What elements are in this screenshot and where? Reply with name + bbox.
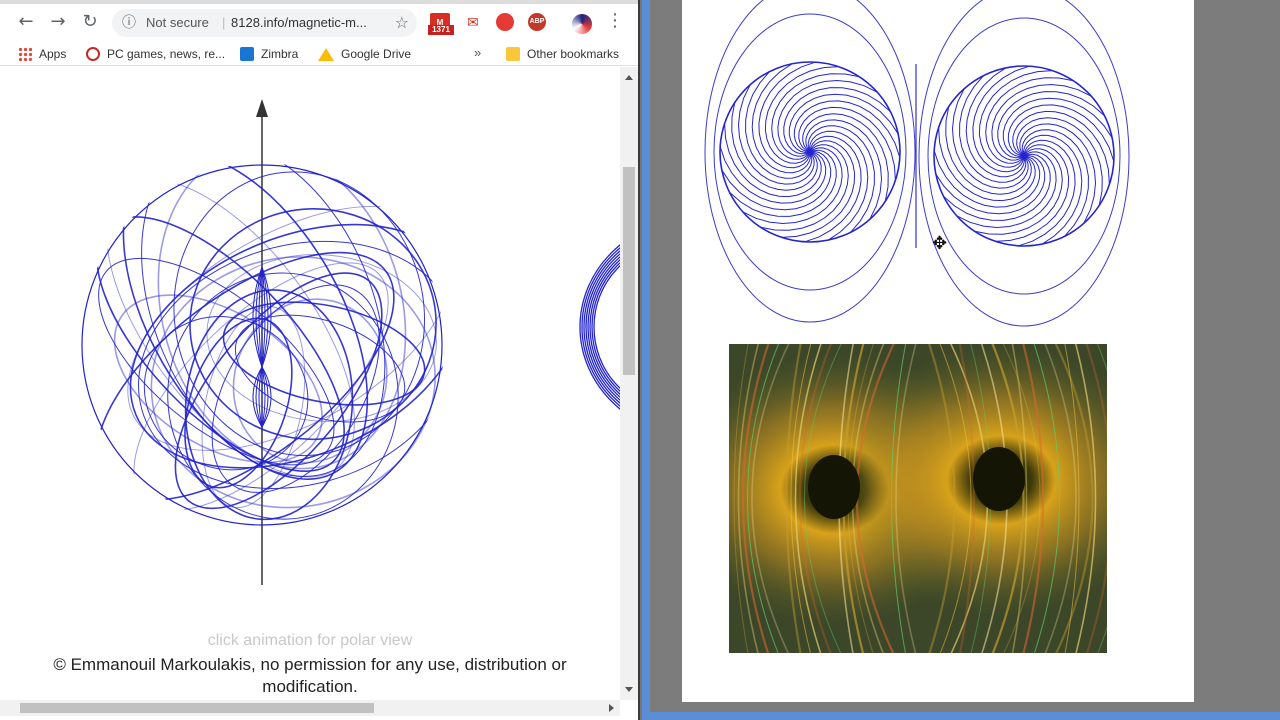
reload-icon: ↻: [82, 11, 98, 32]
browser-toolbar: ← → ↻ ⓘ Not secure | 8128.info/magnetic-…: [0, 0, 638, 42]
document-viewer: ✥: [642, 0, 1280, 720]
magnetic-field-photo: [729, 344, 1107, 653]
viewer-frame-bottom: [642, 712, 1280, 720]
copyright-notice: © Emmanouil Markoulakis, no permission f…: [53, 655, 567, 696]
google-drive-icon: [318, 48, 334, 61]
bookmark-label: PC games, news, re...: [107, 47, 226, 61]
bookmarks-bar: Apps PC games, news, re... Zimbra Google…: [0, 42, 638, 66]
web-page-content: click animation for polar view © Emmanou…: [0, 67, 620, 700]
torus-field-animation[interactable]: [0, 67, 620, 627]
bookmark-star-icon[interactable]: ☆: [395, 9, 409, 37]
mail-icon: ✉: [467, 15, 479, 31]
horizontal-scrollbar[interactable]: [0, 700, 620, 716]
vertical-scroll-thumb[interactable]: [623, 167, 635, 375]
url-text[interactable]: 8128.info/magnetic-m...: [231, 9, 367, 37]
bookmark-label: Apps: [39, 47, 67, 61]
bookmark-label: Zimbra: [261, 47, 299, 61]
horizontal-scroll-thumb[interactable]: [20, 703, 374, 713]
axis-arrow-icon: [256, 99, 268, 117]
reload-button[interactable]: ↻: [78, 10, 102, 34]
profile-avatar[interactable]: [572, 14, 592, 34]
gmail-checker-extension[interactable]: M 1371: [428, 13, 454, 35]
folder-icon: [506, 47, 520, 61]
dipole-field-lines: [704, 0, 1130, 327]
omnibox-separator: |: [222, 15, 226, 30]
address-bar[interactable]: ⓘ Not secure | 8128.info/magnetic-m... ☆: [112, 9, 417, 37]
second-torus-partial: [579, 244, 620, 410]
info-icon[interactable]: ⓘ: [122, 9, 136, 37]
polar-view-caption[interactable]: click animation for polar view: [0, 632, 620, 650]
scroll-down-icon[interactable]: [625, 687, 633, 692]
security-label[interactable]: Not secure: [146, 9, 209, 37]
vertical-scrollbar[interactable]: [620, 67, 638, 700]
browser-window: ← → ↻ ⓘ Not secure | 8128.info/magnetic-…: [0, 0, 640, 720]
gmail-unread-badge: 1371: [428, 25, 454, 35]
document-page: ✥: [682, 0, 1194, 702]
bookmark-pc-games[interactable]: PC games, news, re...: [86, 45, 225, 63]
viewer-frame-left: [642, 0, 650, 720]
torus-loops: [95, 163, 444, 521]
apps-grid-icon: [18, 47, 32, 61]
bookmark-google-drive[interactable]: Google Drive: [318, 45, 411, 63]
browser-menu-icon[interactable]: ⋮: [606, 10, 624, 31]
bookmark-label: Other bookmarks: [527, 47, 620, 61]
adblock-plus-extension[interactable]: ABP: [528, 13, 546, 31]
bookmark-label: Google Drive: [341, 47, 412, 61]
move-cursor-icon: ✥: [932, 233, 948, 254]
adblock-icon: ABP: [529, 18, 545, 25]
bookmark-zimbra[interactable]: Zimbra: [240, 45, 298, 63]
zimbra-icon: [240, 47, 254, 61]
scroll-up-icon[interactable]: [625, 75, 633, 80]
bookmarks-overflow-button[interactable]: »: [474, 45, 481, 60]
screen: ← → ↻ ⓘ Not secure | 8128.info/magnetic-…: [0, 0, 1280, 720]
bookmark-other[interactable]: Other bookmarks: [506, 45, 619, 63]
pc-games-icon: [86, 47, 100, 61]
mail-extension[interactable]: ✉: [463, 13, 483, 33]
back-arrow-icon: ←: [18, 11, 34, 32]
red-circle-extension-icon[interactable]: [496, 13, 514, 31]
forward-button[interactable]: →: [46, 10, 70, 34]
bookmark-apps[interactable]: Apps: [18, 45, 66, 63]
forward-arrow-icon: →: [50, 11, 66, 32]
dipole-field-diagram: [704, 0, 1130, 327]
scroll-right-icon[interactable]: [609, 704, 614, 712]
back-button[interactable]: ←: [14, 10, 38, 34]
